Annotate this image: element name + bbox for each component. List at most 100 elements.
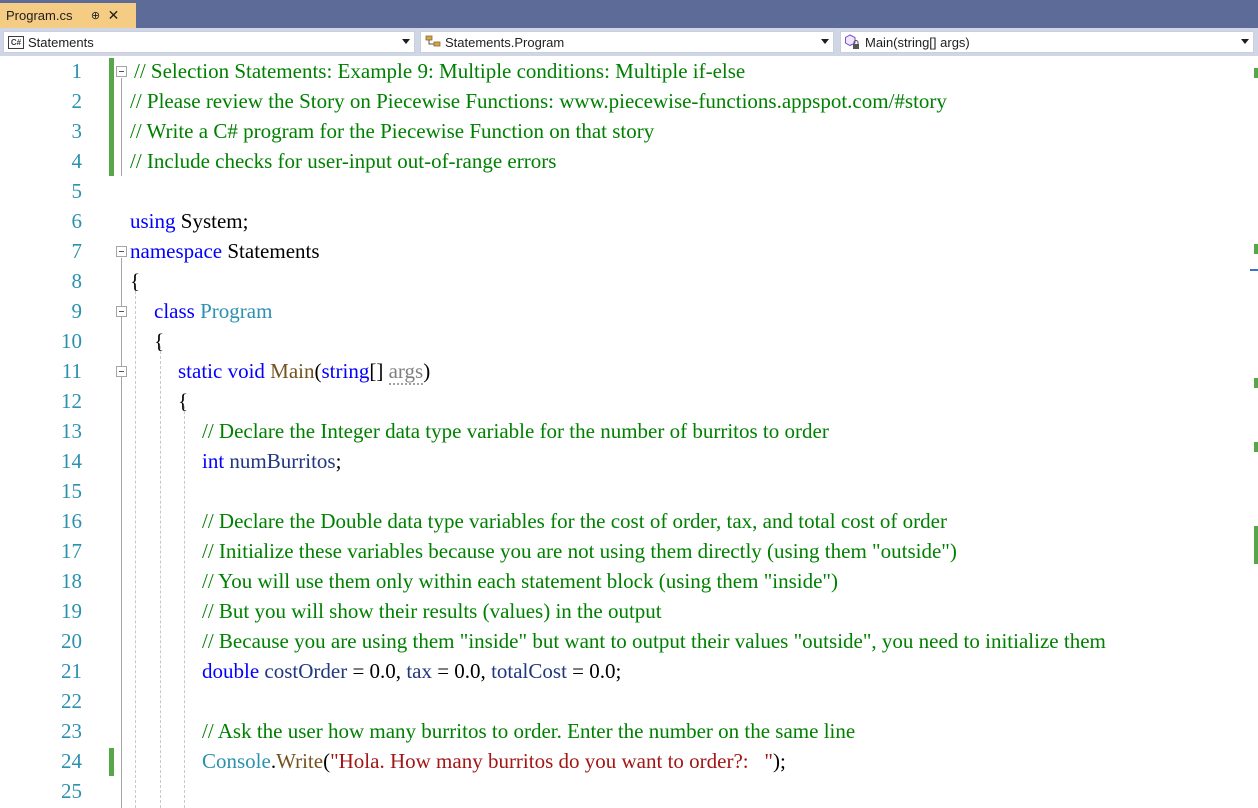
keyword: double <box>202 659 260 683</box>
keyword: namespace <box>130 239 223 263</box>
code-line: int numBurritos; <box>202 446 341 476</box>
code-line: // Declare the Integer data type variabl… <box>202 419 829 443</box>
scrollbar-change-marker <box>1254 68 1258 78</box>
member-dropdown[interactable]: Main(string[] args) <box>840 31 1254 53</box>
code-line: double costOrder = 0.0, tax = 0.0, total… <box>202 656 621 686</box>
keyword: static void <box>178 359 265 383</box>
line-number: 18 <box>61 569 82 593</box>
code-line: // You will use them only within each st… <box>202 569 838 593</box>
line-number: 20 <box>61 629 82 653</box>
project-dropdown-label: Statements <box>28 34 94 50</box>
scrollbar-change-marker <box>1254 244 1258 254</box>
collapse-toggle[interactable] <box>116 246 127 257</box>
indent-guide <box>184 406 185 808</box>
code-text-span: Statements <box>222 239 320 263</box>
keyword: class <box>154 299 195 323</box>
code-line: // Selection Statements: Example 9: Mult… <box>134 59 746 83</box>
line-number: 8 <box>71 269 83 293</box>
line-number: 12 <box>61 389 82 413</box>
type-name: Console <box>202 749 271 773</box>
line-number: 19 <box>61 599 82 623</box>
project-dropdown[interactable]: C# Statements <box>3 31 415 53</box>
class-dropdown-label: Statements.Program <box>445 34 565 50</box>
tab-title: Program.cs <box>6 8 73 23</box>
code-text-span: System; <box>175 209 249 233</box>
line-number: 3 <box>71 119 83 143</box>
member-dropdown-label: Main(string[] args) <box>865 34 970 50</box>
scrollbar-change-marker <box>1254 526 1258 564</box>
csharp-file-icon: C# <box>8 35 24 49</box>
collapse-toggle[interactable] <box>116 66 127 77</box>
variable-name: totalCost <box>491 659 567 683</box>
line-number: 11 <box>61 359 82 383</box>
code-text-span: = 0.0; <box>566 659 622 683</box>
line-number: 1 <box>71 59 83 83</box>
code-text-span: = 0.0, <box>431 659 492 683</box>
line-number: 13 <box>61 419 82 443</box>
indent-guide <box>160 346 161 808</box>
line-number: 25 <box>61 779 82 803</box>
unused-parameter: args <box>388 359 424 385</box>
chevron-down-icon <box>821 39 829 44</box>
method-name: Write <box>276 749 324 773</box>
method-name: Main <box>264 359 315 383</box>
code-line: // Declare the Double data type variable… <box>202 509 947 533</box>
line-number: 16 <box>61 509 82 533</box>
line-number: 17 <box>61 539 82 563</box>
code-text-span: = 0.0, <box>347 659 407 683</box>
line-number: 24 <box>61 749 82 773</box>
outline-line <box>121 78 122 176</box>
code-line: using System; <box>130 206 248 236</box>
variable-name: costOrder <box>259 659 348 683</box>
type-name: Program <box>194 299 273 323</box>
line-number: 10 <box>61 329 82 353</box>
code-text-span: [] <box>369 359 389 383</box>
code-text-span: ); <box>772 749 786 773</box>
code-line: { <box>130 269 141 293</box>
code-line: // But you will show their results (valu… <box>202 599 662 623</box>
line-number: 15 <box>61 479 82 503</box>
navigation-bar: C# Statements Statements.Program Main(st… <box>0 28 1258 56</box>
change-marker <box>109 58 114 176</box>
class-dropdown[interactable]: Statements.Program <box>420 31 834 53</box>
keyword: string <box>321 359 370 383</box>
line-number: 2 <box>71 89 83 113</box>
variable-name: numBurritos <box>224 449 336 473</box>
line-number: 4 <box>71 149 83 173</box>
indent-guide <box>135 286 136 808</box>
collapse-toggle[interactable] <box>116 366 127 377</box>
code-line: { <box>154 329 165 353</box>
scrollbar-change-marker <box>1254 442 1258 452</box>
close-icon[interactable]: ✕ <box>106 7 120 24</box>
code-text-span: ( <box>323 749 331 773</box>
code-line: // Include checks for user-input out-of-… <box>130 149 557 173</box>
line-number: 7 <box>71 239 83 263</box>
outline-line <box>121 258 122 808</box>
scrollbar-change-marker <box>1254 378 1258 388</box>
code-editor[interactable]: 1 2 3 4 5 6 7 8 9 10 11 12 13 14 15 16 1… <box>0 56 1258 808</box>
line-number: 9 <box>71 299 83 323</box>
tab-program-cs[interactable]: Program.cs ⊕ ✕ <box>0 3 136 28</box>
code-line: // Write a C# program for the Piecewise … <box>130 119 655 143</box>
scrollbar-caret-marker <box>1250 269 1258 271</box>
line-number: 6 <box>71 209 83 233</box>
line-number: 23 <box>61 719 82 743</box>
keyword: using <box>130 209 176 233</box>
line-number: 21 <box>61 659 82 683</box>
code-line: namespace Statements <box>130 236 320 266</box>
chevron-down-icon <box>402 39 410 44</box>
code-line: { <box>178 389 189 413</box>
class-icon <box>425 35 441 47</box>
code-line: static void Main(string[] args) <box>178 356 430 386</box>
code-line: // Please review the Story on Piecewise … <box>130 89 947 113</box>
pin-icon[interactable]: ⊕ <box>88 9 102 22</box>
collapse-toggle[interactable] <box>116 306 127 317</box>
code-line: // Because you are using them "inside" b… <box>202 629 1106 653</box>
keyword: int <box>202 449 225 473</box>
method-icon <box>845 34 859 49</box>
line-number: 5 <box>71 179 83 203</box>
code-line: // Ask the user how many burritos to ord… <box>202 719 856 743</box>
change-marker <box>109 748 114 776</box>
code-line: // Initialize these variables because yo… <box>202 539 957 563</box>
line-number: 14 <box>61 449 82 473</box>
